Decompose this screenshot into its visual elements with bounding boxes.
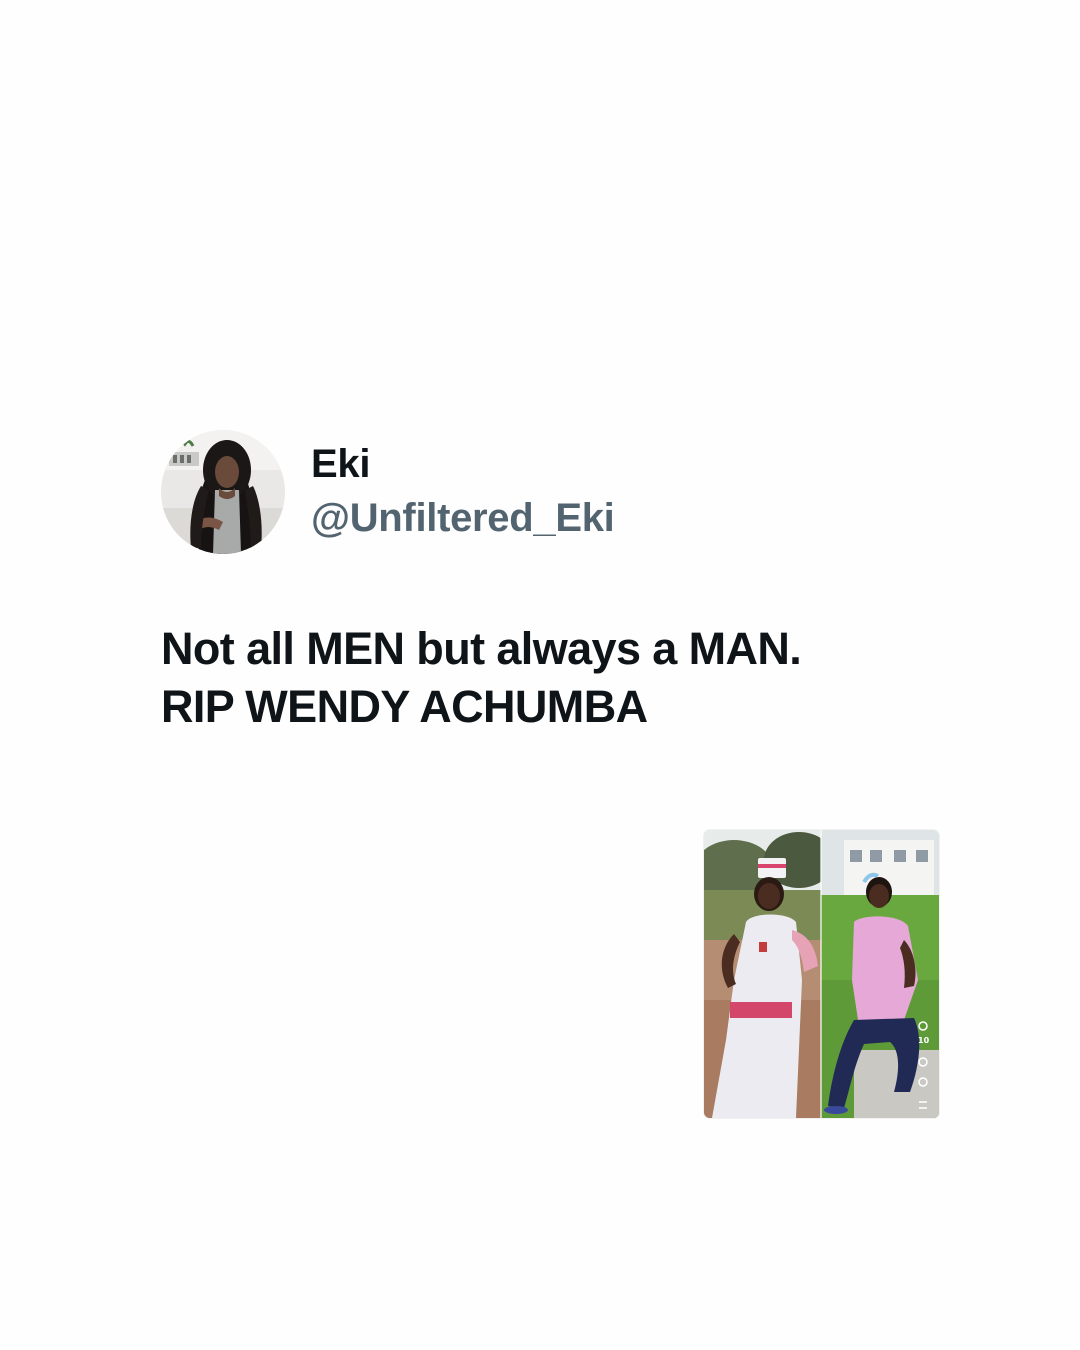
media-overlay-counter: 10: [918, 1036, 930, 1045]
profile-photo-icon: [161, 430, 285, 554]
attached-photo[interactable]: 10: [704, 830, 939, 1118]
tweet-text: Not all MEN but always a MAN. RIP WENDY …: [161, 620, 961, 736]
tweet-text-line-1: Not all MEN but always a MAN.: [161, 623, 802, 674]
author-names: Eki @Unfiltered_Eki: [311, 440, 615, 544]
photo-collage-icon: [704, 830, 939, 1118]
tweet-text-line-2: RIP WENDY ACHUMBA: [161, 681, 648, 732]
user-handle[interactable]: @Unfiltered_Eki: [311, 492, 615, 544]
tweet-card: Eki @Unfiltered_Eki Not all MEN but alwa…: [0, 0, 1080, 1350]
avatar[interactable]: [161, 430, 285, 554]
display-name[interactable]: Eki: [311, 440, 614, 488]
author-row: Eki @Unfiltered_Eki: [161, 430, 615, 554]
